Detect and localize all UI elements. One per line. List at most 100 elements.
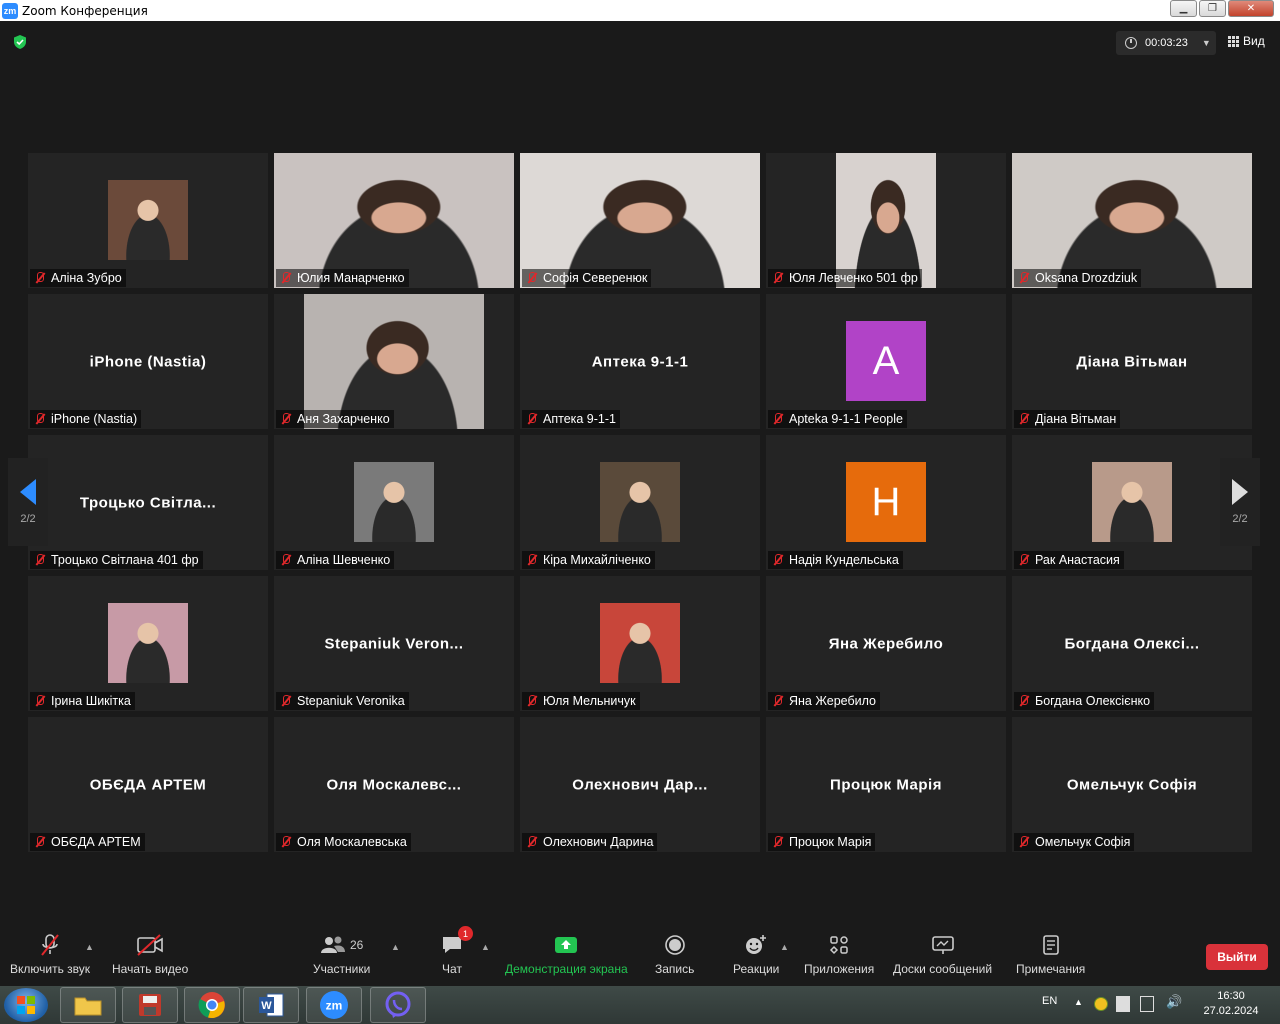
participant-name-label: Надія Кундельська xyxy=(768,551,903,569)
participant-tile[interactable]: Діана Вітьман Діана Вітьман xyxy=(1012,294,1252,429)
previous-page-button[interactable]: 2/2 xyxy=(8,458,48,546)
volume-icon[interactable]: 🔊 xyxy=(1166,994,1182,1010)
participant-name-label: Процюк Марія xyxy=(768,833,876,851)
participant-tile[interactable]: ОБЄДА АРТЕМ ОБЄДА АРТЕМ xyxy=(28,717,268,852)
participant-name: Юля Левченко 501 фр xyxy=(789,271,918,285)
reactions-options-chevron-icon[interactable]: ▲ xyxy=(780,942,789,952)
participant-tile[interactable]: Троцько Світла... Троцько Світлана 401 фр xyxy=(28,435,268,570)
unmute-button[interactable]: Включить звук xyxy=(10,932,90,976)
participant-profile-photo xyxy=(600,462,680,542)
taskbar-chrome[interactable] xyxy=(184,987,240,1023)
participant-tile[interactable]: H Надія Кундельська xyxy=(766,435,1006,570)
participant-display-name: Олехнович Дар... xyxy=(572,776,708,793)
participant-tile[interactable]: Аптека 9-1-1 Аптека 9-1-1 xyxy=(520,294,760,429)
participant-tile[interactable]: Яна Жеребило Яна Жеребило xyxy=(766,576,1006,711)
tray-app-icon[interactable] xyxy=(1094,997,1108,1011)
participant-name-label: Аліна Зубро xyxy=(30,269,126,287)
participant-tile[interactable]: Аня Захарченко xyxy=(274,294,514,429)
notes-button[interactable]: Примечания xyxy=(1016,932,1085,976)
svg-text:W: W xyxy=(261,1000,272,1012)
participant-tile[interactable]: Богдана Олексі... Богдана Олексієнко xyxy=(1012,576,1252,711)
tray-expand-chevron-icon[interactable]: ▲ xyxy=(1074,997,1083,1007)
taskbar-viber[interactable] xyxy=(370,987,426,1023)
participants-button[interactable]: 26 Участники xyxy=(313,932,370,976)
participant-tile[interactable]: Кіра Михайліченко xyxy=(520,435,760,570)
mic-muted-icon xyxy=(33,553,47,567)
minimize-button[interactable]: ▁ xyxy=(1170,0,1197,17)
close-button[interactable]: ✕ xyxy=(1228,0,1274,17)
timer-value: 00:03:23 xyxy=(1145,37,1188,49)
page-indicator-left: 2/2 xyxy=(20,513,36,525)
participant-display-name: iPhone (Nastia) xyxy=(89,353,207,370)
notes-icon xyxy=(1041,932,1061,958)
participant-display-name: Яна Жеребило xyxy=(828,635,944,652)
taskbar-save-app[interactable] xyxy=(122,987,178,1023)
participant-tile[interactable]: Oksana Drozdziuk xyxy=(1012,153,1252,288)
share-screen-button[interactable]: Демонстрация экрана xyxy=(505,932,628,976)
participant-tile[interactable]: A Apteka 9-1-1 People xyxy=(766,294,1006,429)
participant-tile[interactable]: Ірина Шикітка xyxy=(28,576,268,711)
chrome-icon xyxy=(198,992,225,1019)
participant-tile[interactable]: iPhone (Nastia) iPhone (Nastia) xyxy=(28,294,268,429)
start-video-button[interactable]: Начать видео xyxy=(112,932,188,976)
meeting-timer[interactable]: 00:03:23 ▼ xyxy=(1116,31,1216,55)
participant-name-label: Oksana Drozdziuk xyxy=(1014,269,1142,287)
mic-muted-icon xyxy=(279,553,293,567)
participant-tile[interactable]: Юлия Манарченко xyxy=(274,153,514,288)
participant-name: ОБЄДА АРТЕМ xyxy=(51,835,141,849)
participant-profile-photo xyxy=(600,603,680,683)
participant-profile-photo xyxy=(108,603,188,683)
participant-tile[interactable]: Аліна Зубро xyxy=(28,153,268,288)
participant-tile[interactable]: Софія Северенюк xyxy=(520,153,760,288)
notes-label: Примечания xyxy=(1016,962,1086,976)
taskbar-word[interactable]: W xyxy=(243,987,299,1023)
participant-name: Аня Захарченко xyxy=(297,412,390,426)
mic-muted-icon xyxy=(279,412,293,426)
chat-button[interactable]: 1 Чат xyxy=(441,926,473,976)
taskbar-clock[interactable]: 16:30 27.02.2024 xyxy=(1196,989,1266,1019)
apps-button[interactable]: Приложения xyxy=(804,932,874,976)
network-icon[interactable] xyxy=(1140,996,1154,1012)
svg-text:zm: zm xyxy=(326,999,343,1013)
participant-tile[interactable]: Процюк Марія Процюк Марія xyxy=(766,717,1006,852)
mic-muted-icon xyxy=(33,412,47,426)
windows-logo-icon xyxy=(17,996,35,1014)
record-button[interactable]: Запись xyxy=(655,932,694,976)
participant-name-label: Кіра Михайліченко xyxy=(522,551,655,569)
participants-options-chevron-icon[interactable]: ▲ xyxy=(391,942,400,952)
whiteboards-button[interactable]: Доски сообщений xyxy=(893,932,992,976)
mic-muted-icon xyxy=(525,835,539,849)
participant-tile[interactable]: Юля Мельничук xyxy=(520,576,760,711)
mic-muted-icon xyxy=(1017,835,1031,849)
participant-tile[interactable]: Рак Анастасия xyxy=(1012,435,1252,570)
action-center-icon[interactable] xyxy=(1116,996,1130,1012)
participant-name-label: Яна Жеребило xyxy=(768,692,880,710)
whiteboards-label: Доски сообщений xyxy=(893,962,993,976)
taskbar-explorer[interactable] xyxy=(60,987,116,1023)
next-page-button[interactable]: 2/2 xyxy=(1220,458,1260,546)
language-indicator[interactable]: EN xyxy=(1042,995,1057,1007)
mic-muted-icon xyxy=(279,271,293,285)
participant-name-label: iPhone (Nastia) xyxy=(30,410,142,428)
participant-display-name: Оля Москалевс... xyxy=(326,776,462,793)
participant-tile[interactable]: Stepaniuk Veron... Stepaniuk Veronika xyxy=(274,576,514,711)
participant-name-label: Рак Анастасия xyxy=(1014,551,1124,569)
participant-tile[interactable]: Олехнович Дар... Олехнович Дарина xyxy=(520,717,760,852)
encryption-shield-icon[interactable] xyxy=(12,34,28,50)
leave-meeting-button[interactable]: Выйти xyxy=(1206,944,1268,970)
restore-button[interactable]: ❐ xyxy=(1199,0,1226,17)
mic-muted-icon xyxy=(39,932,61,958)
participant-tile[interactable]: Оля Москалевс... Оля Москалевська xyxy=(274,717,514,852)
view-button[interactable]: Вид xyxy=(1228,34,1265,48)
participant-tile[interactable]: Юля Левченко 501 фр xyxy=(766,153,1006,288)
windows-taskbar: W zm EN ▲ 🔊 16:30 27.02.2024 xyxy=(0,986,1280,1024)
start-button[interactable] xyxy=(4,988,48,1022)
participant-display-name: Процюк Марія xyxy=(830,776,942,793)
reactions-button[interactable]: Реакции xyxy=(733,932,779,976)
participant-tile[interactable]: Аліна Шевченко xyxy=(274,435,514,570)
audio-options-chevron-icon[interactable]: ▲ xyxy=(85,942,94,952)
participant-tile[interactable]: Омельчук Софія Омельчук Софія xyxy=(1012,717,1252,852)
taskbar-zoom[interactable]: zm xyxy=(306,987,362,1023)
chat-options-chevron-icon[interactable]: ▲ xyxy=(481,942,490,952)
participants-icon: 26 xyxy=(320,932,363,958)
